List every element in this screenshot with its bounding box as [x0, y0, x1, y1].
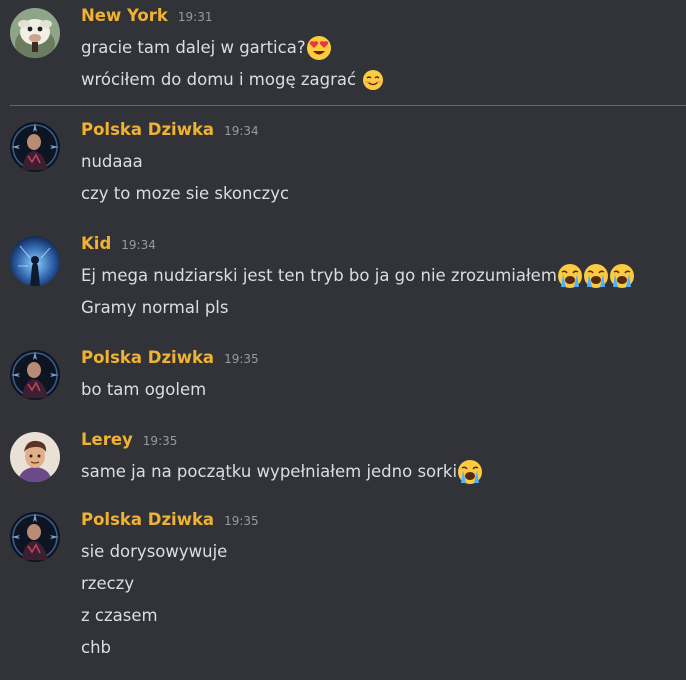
timestamp[interactable]: 19:34: [121, 238, 156, 252]
message-line: bo tam ogolem: [81, 376, 206, 404]
message-text: bo tam ogolem: [81, 380, 207, 399]
message-line: czy to moze sie skonczyc: [81, 180, 289, 208]
message-text: z czasem: [81, 606, 158, 625]
new-york-avatar-icon: [10, 8, 60, 58]
timestamp[interactable]: 19:35: [143, 434, 178, 448]
message-text: sie dorysowywuje: [81, 542, 228, 561]
message-text: chb: [81, 638, 112, 657]
username[interactable]: Polska Dziwka: [81, 120, 214, 139]
timestamp[interactable]: 19:35: [224, 352, 259, 366]
message-header: Polska Dziwka 19:35: [81, 348, 259, 372]
message-header: New York 19:31: [81, 6, 212, 30]
message-text: Gramy normal pls: [81, 298, 229, 317]
username[interactable]: New York: [81, 6, 168, 25]
message-line: wróciłem do domu i mogę zagrać: [81, 66, 384, 94]
avatar[interactable]: [10, 350, 60, 400]
kid-avatar-icon: [10, 236, 60, 286]
smiling-face-emoji-icon: [363, 70, 384, 90]
message-text: rzeczy: [81, 574, 135, 593]
message-text: same ja na początku wypełniałem jedno so…: [81, 462, 458, 481]
message-line: chb: [81, 634, 111, 662]
chat-messages: New York 19:31 gracie tam dalej w gartic…: [0, 0, 686, 680]
loudly-crying-emoji-icon: [557, 264, 582, 288]
message-text: nudaaa: [81, 152, 143, 171]
username[interactable]: Kid: [81, 234, 111, 253]
loudly-crying-emoji-icon: [609, 264, 634, 288]
new-messages-divider: [10, 105, 686, 106]
polska-dziwka-avatar-icon: [10, 512, 60, 562]
message-header: Kid 19:34: [81, 234, 156, 258]
message-line: rzeczy: [81, 570, 134, 598]
message-line: sie dorysowywuje: [81, 538, 227, 566]
message-line: nudaaa: [81, 148, 143, 176]
message-line: same ja na początku wypełniałem jedno so…: [81, 458, 483, 486]
message-line: Gramy normal pls: [81, 294, 228, 322]
timestamp[interactable]: 19:34: [224, 124, 259, 138]
avatar[interactable]: [10, 122, 60, 172]
avatar[interactable]: [10, 8, 60, 58]
avatar[interactable]: [10, 236, 60, 286]
message-header: Polska Dziwka 19:35: [81, 510, 259, 534]
username[interactable]: Lerey: [81, 430, 133, 449]
heart-eyes-emoji-icon: [306, 36, 331, 60]
message-text: wróciłem do domu i mogę zagrać: [81, 70, 357, 89]
username[interactable]: Polska Dziwka: [81, 348, 214, 367]
message-header: Lerey 19:35: [81, 430, 177, 454]
avatar[interactable]: [10, 512, 60, 562]
message-line: gracie tam dalej w gartica?: [81, 34, 332, 62]
loudly-crying-emoji-icon: [458, 460, 483, 484]
timestamp[interactable]: 19:31: [178, 10, 213, 24]
polska-dziwka-avatar-icon: [10, 122, 60, 172]
message-header: Polska Dziwka 19:34: [81, 120, 259, 144]
polska-dziwka-avatar-icon: [10, 350, 60, 400]
message-text: gracie tam dalej w gartica?: [81, 38, 306, 57]
message-line: z czasem: [81, 602, 158, 630]
username[interactable]: Polska Dziwka: [81, 510, 214, 529]
message-line: Ej mega nudziarski jest ten tryb bo ja g…: [81, 262, 635, 290]
message-text: Ej mega nudziarski jest ten tryb bo ja g…: [81, 266, 557, 285]
message-text: czy to moze sie skonczyc: [81, 184, 290, 203]
loudly-crying-emoji-icon: [583, 264, 608, 288]
lerey-avatar-icon: [10, 432, 60, 482]
timestamp[interactable]: 19:35: [224, 514, 259, 528]
avatar[interactable]: [10, 432, 60, 482]
